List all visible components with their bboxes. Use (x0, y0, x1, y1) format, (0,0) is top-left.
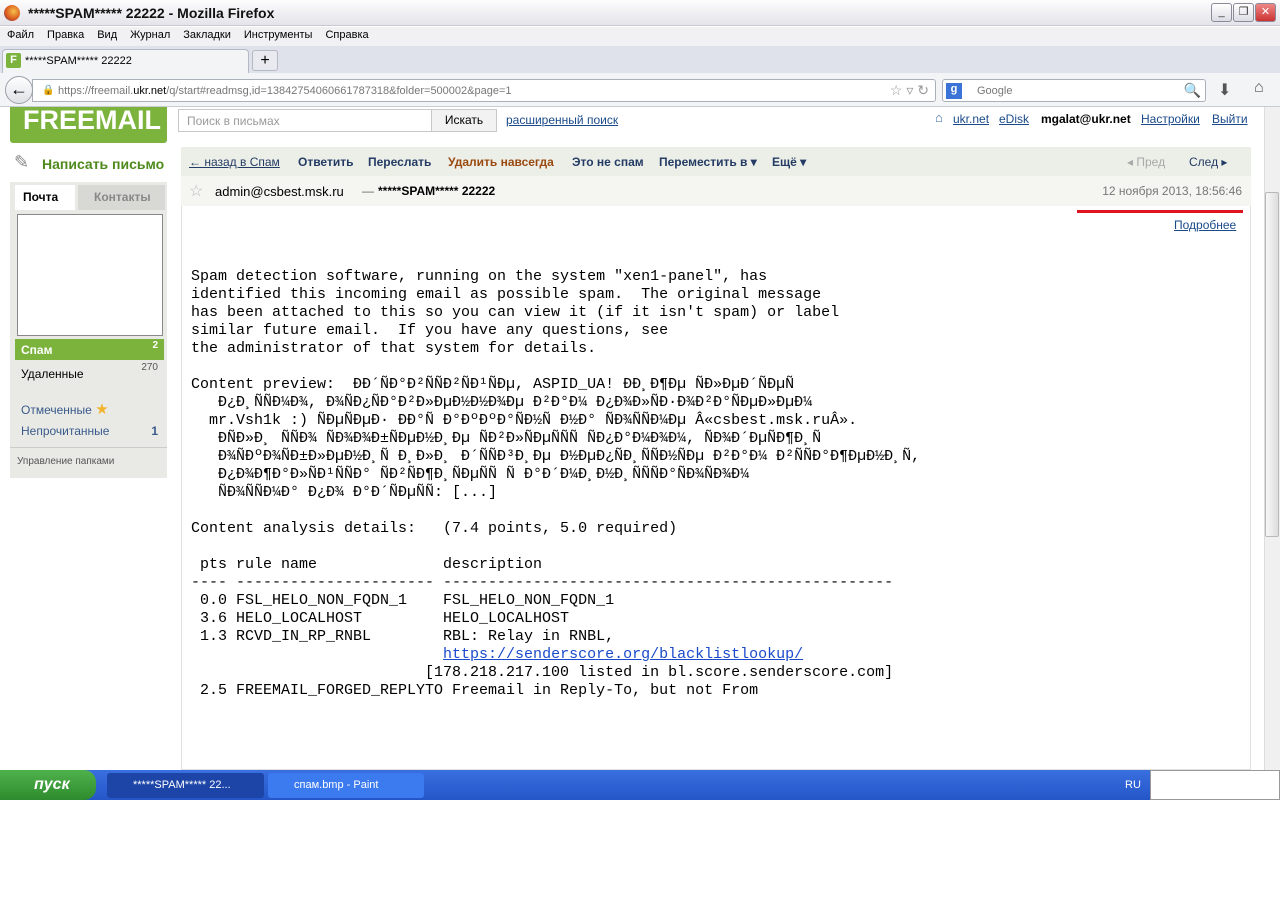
google-icon: g (946, 83, 962, 99)
firefox-icon (4, 5, 20, 21)
red-underline-annotation (1077, 210, 1243, 213)
star-icon: ★ (95, 401, 109, 418)
back-button[interactable]: ← (5, 76, 33, 104)
sender: admin@csbest.msk.ru (215, 184, 344, 199)
pencil-icon: ✎ (14, 152, 30, 172)
taskbar-paint[interactable]: спам.bmp - Paint (268, 773, 424, 798)
folder-unread[interactable]: Непрочитанные 1 (21, 424, 158, 438)
ad-box (17, 214, 163, 336)
language-indicator[interactable]: RU (1125, 779, 1141, 791)
menu-view[interactable]: Вид (90, 27, 123, 41)
bookmark-star-icon[interactable]: ☆ ▿ ↻ (890, 82, 929, 99)
home-icon: ⌂ (935, 110, 943, 125)
window-titlebar: *****SPAM***** 22222 - Mozilla Firefox _… (0, 0, 1280, 26)
settings-link[interactable]: Настройки (1141, 112, 1200, 126)
logout-link[interactable]: Выйти (1212, 112, 1248, 126)
delete-forever-button[interactable]: Удалить навсегда (448, 155, 554, 169)
move-to-dropdown[interactable]: Переместить в ▾ (659, 155, 757, 169)
new-tab-button[interactable]: + (252, 50, 278, 71)
search-placeholder: Google (977, 85, 1013, 97)
edisk-link[interactable]: eDisk (999, 112, 1029, 126)
menu-bar: Файл Правка Вид Журнал Закладки Инструменты Сп… (0, 27, 1280, 46)
folder-spam[interactable]: Спам 2 (15, 339, 164, 360)
minimize-button[interactable]: _ (1211, 3, 1232, 22)
maximize-button[interactable]: ❐ (1233, 3, 1254, 22)
mail-search-input[interactable]: Поиск в письмах (178, 109, 432, 132)
taskbar-firefox[interactable]: *****SPAM***** 22... (107, 773, 264, 798)
menu-file[interactable]: Файл (0, 27, 40, 41)
system-tray (1150, 770, 1280, 800)
compose-button[interactable]: Написать письмо (42, 156, 164, 172)
url-text: https://freemail.ukr.net/q/start#readmsg… (58, 85, 512, 97)
menu-edit[interactable]: Правка (40, 27, 90, 41)
tab-mail[interactable]: Почта (15, 185, 75, 210)
download-icon[interactable]: ⬇ (1218, 80, 1231, 100)
tab-contacts[interactable]: Контакты (78, 185, 165, 210)
freemail-logo[interactable]: FREEMAIL (10, 107, 167, 143)
folder-flagged[interactable]: Отмеченные ★ (21, 400, 109, 418)
menu-help[interactable]: Справка (318, 27, 374, 41)
details-link[interactable]: Подробнее (1174, 218, 1236, 232)
mail-search-button[interactable]: Искать (431, 109, 497, 132)
manage-folders-link[interactable]: Управление папками (17, 456, 114, 467)
tab-label: *****SPAM***** 22222 (25, 55, 132, 67)
menu-bookmarks[interactable]: Закладки (176, 27, 237, 41)
web-search-input[interactable]: g Google 🔍 (942, 79, 1206, 102)
reply-button[interactable]: Ответить (298, 155, 353, 169)
prev-button[interactable]: ◂ Пред (1127, 155, 1165, 169)
forward-button[interactable]: Переслать (368, 155, 431, 169)
browser-tab[interactable]: *****SPAM***** 22222 (2, 49, 249, 73)
window-title: *****SPAM***** 22222 - Mozilla Firefox (28, 5, 275, 21)
user-email: mgalat@ukr.net (1041, 112, 1131, 126)
next-button[interactable]: След ▸ (1189, 155, 1227, 169)
address-bar[interactable]: 🔒 https://freemail.ukr.net/q/start#readm… (32, 79, 936, 102)
message-date: 12 ноября 2013, 18:56:46 (1102, 184, 1242, 198)
folder-deleted[interactable]: Удаленные 270 (21, 362, 158, 381)
scrollbar-thumb[interactable] (1265, 192, 1279, 537)
close-button[interactable]: ✕ (1255, 3, 1276, 22)
message-body: Spam detection software, running on the … (191, 268, 921, 699)
subject: *****SPAM***** 22222 (378, 184, 496, 198)
senderscore-link[interactable]: https://senderscore.org/blacklistlookup/ (443, 646, 803, 663)
freemail-favicon: F (6, 53, 21, 68)
home-icon[interactable]: ⌂ (1254, 79, 1264, 97)
lock-icon: 🔒 (42, 85, 55, 96)
ukrnet-link[interactable]: ukr.net (953, 112, 989, 126)
magnifier-icon[interactable]: 🔍 (1184, 82, 1201, 99)
start-button[interactable]: пуск (0, 770, 96, 800)
menu-tools[interactable]: Инструменты (237, 27, 319, 41)
menu-history[interactable]: Журнал (123, 27, 176, 41)
back-to-spam-link[interactable]: ← назад в Спам (189, 155, 280, 169)
more-dropdown[interactable]: Ещё ▾ (772, 155, 806, 169)
message-toolbar: ← назад в Спам Ответить Переслать Удалит… (181, 147, 1251, 176)
star-icon[interactable]: ☆ (189, 181, 203, 201)
message-header: ☆ admin@csbest.msk.ru — *****SPAM***** 2… (181, 176, 1251, 206)
advanced-search-link[interactable]: расширенный поиск (506, 113, 618, 127)
not-spam-button[interactable]: Это не спам (572, 155, 644, 169)
